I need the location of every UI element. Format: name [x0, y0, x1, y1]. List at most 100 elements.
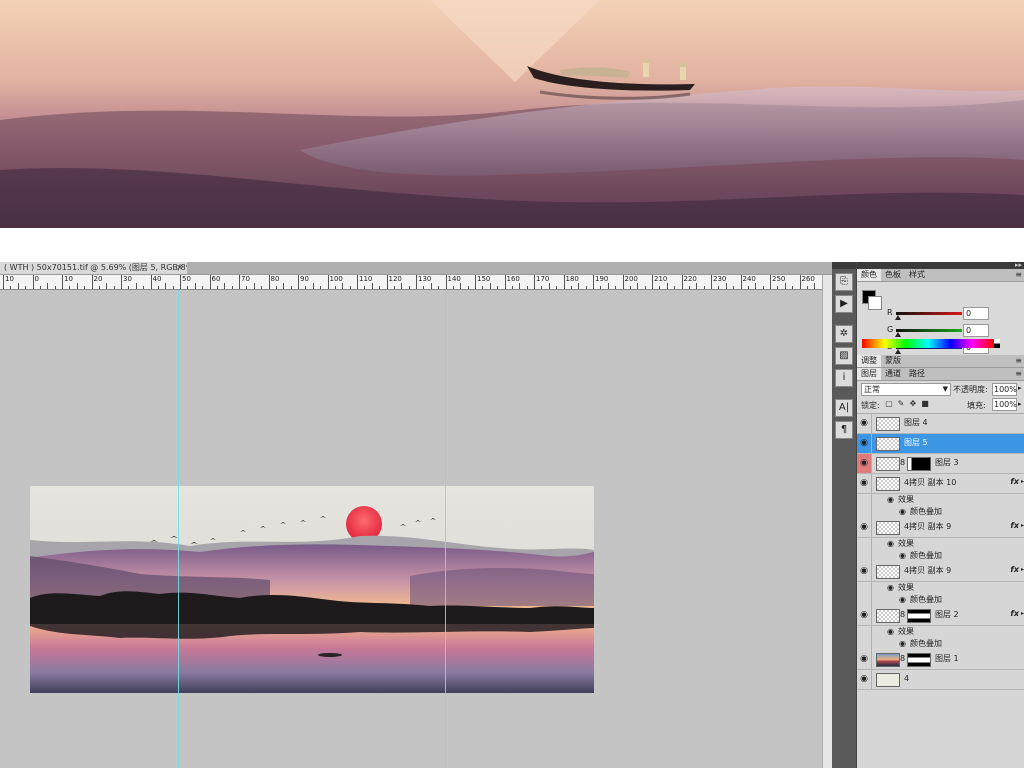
- histogram-icon[interactable]: ▨: [835, 347, 853, 365]
- effect-row[interactable]: ◉ 颜色叠加: [857, 594, 1024, 606]
- visibility-eye-icon[interactable]: ◉: [857, 518, 872, 537]
- ruler-label: 220: [683, 275, 697, 283]
- document-tab[interactable]: ( WTH ) 50x70151.tif @ 5.69% (图层 5, RGB/…: [0, 262, 193, 275]
- layer-row[interactable]: ◉ 8 图层 1: [857, 650, 1024, 670]
- canvas-artwork[interactable]: [30, 486, 594, 693]
- tab-adjustments[interactable]: 调整: [857, 355, 881, 367]
- layer-row[interactable]: ◉ 图层 4: [857, 414, 1024, 434]
- fx-icon[interactable]: fx: [1010, 609, 1019, 618]
- panels-collapse-bar[interactable]: ▸▸: [857, 262, 1024, 269]
- layer-row[interactable]: ◉ 4拷贝 副本 9 fx ▸: [857, 518, 1024, 538]
- effect-visibility-icon[interactable]: ◉: [887, 539, 894, 549]
- slider-handle[interactable]: [895, 315, 901, 320]
- lock-all-icon[interactable]: ■: [921, 400, 929, 408]
- effect-name: 颜色叠加: [910, 507, 942, 516]
- channel-value-field[interactable]: 0: [963, 324, 989, 337]
- ruler-major-tick: [652, 275, 653, 289]
- lock-transparent-icon[interactable]: ▢: [885, 400, 893, 408]
- ruler-minor-tick: [725, 283, 727, 289]
- guide-line-left[interactable]: [178, 290, 179, 768]
- panel-menu-icon[interactable]: ≡: [1015, 355, 1022, 367]
- tab-styles[interactable]: 样式: [905, 269, 929, 281]
- visibility-eye-icon[interactable]: ◉: [857, 562, 872, 581]
- info-icon[interactable]: i: [835, 369, 853, 387]
- black-white-swatch[interactable]: [994, 339, 1000, 348]
- horizontal-ruler[interactable]: 10 0 10 20 30 40 50 60 70 80 90 100 110 120 130 140 150 1…: [0, 275, 822, 290]
- visibility-eye-icon[interactable]: ◉: [857, 670, 872, 689]
- effect-visibility-icon[interactable]: ◉: [887, 495, 894, 505]
- ruler-major-tick: [534, 275, 535, 289]
- color-spectrum-bar[interactable]: [862, 339, 994, 348]
- ruler-minor-tick: [526, 286, 528, 289]
- opacity-field[interactable]: 100%: [992, 383, 1017, 396]
- close-icon[interactable]: ×: [176, 262, 184, 274]
- tab-layers[interactable]: 图层: [857, 368, 881, 380]
- layer-mask-thumbnail[interactable]: [907, 457, 931, 471]
- effect-visibility-icon[interactable]: ◉: [899, 595, 906, 605]
- slider-handle[interactable]: [895, 349, 901, 354]
- layer-row[interactable]: ◉ 8 图层 3: [857, 454, 1024, 474]
- background-color-swatch[interactable]: [868, 296, 882, 310]
- layer-mask-thumbnail[interactable]: [907, 609, 931, 623]
- link-icon[interactable]: 8: [900, 610, 905, 619]
- effect-visibility-icon[interactable]: ◉: [887, 627, 894, 637]
- effect-row[interactable]: ◉ 颜色叠加: [857, 550, 1024, 562]
- effects-row[interactable]: ◉ 效果: [857, 582, 1024, 594]
- ruler-minor-tick: [401, 283, 403, 289]
- effect-visibility-icon[interactable]: ◉: [899, 639, 906, 649]
- icon-strip-collapse-bar[interactable]: [832, 262, 856, 269]
- visibility-eye-icon[interactable]: ◉: [857, 434, 872, 453]
- tab-masks[interactable]: 蒙版: [881, 355, 905, 367]
- layer-row[interactable]: ◉ 图层 5: [857, 434, 1024, 454]
- fx-icon[interactable]: fx: [1010, 565, 1019, 574]
- fx-icon[interactable]: fx: [1010, 477, 1019, 486]
- channel-slider[interactable]: [896, 312, 962, 315]
- slider-handle[interactable]: [895, 332, 901, 337]
- effect-visibility-icon[interactable]: ◉: [887, 583, 894, 593]
- visibility-eye-icon[interactable]: ◉: [857, 454, 872, 473]
- effects-row[interactable]: ◉ 效果: [857, 538, 1024, 550]
- navigator-icon[interactable]: ✲: [835, 325, 853, 343]
- tab-paths[interactable]: 路径: [905, 368, 929, 380]
- layer-row[interactable]: ◉ 8 图层 2 fx ▸: [857, 606, 1024, 626]
- fx-icon[interactable]: fx: [1010, 521, 1019, 530]
- effect-row[interactable]: ◉ 颜色叠加: [857, 638, 1024, 650]
- character-icon[interactable]: A|: [835, 399, 853, 417]
- lock-move-icon[interactable]: ✥: [909, 400, 917, 408]
- canvas-area[interactable]: [0, 290, 822, 768]
- history-icon[interactable]: ⎘: [835, 273, 853, 291]
- actions-icon[interactable]: ▶: [835, 295, 853, 313]
- visibility-eye-icon[interactable]: ◉: [857, 414, 872, 433]
- layer-mask-thumbnail[interactable]: [907, 653, 931, 667]
- opacity-arrow-icon[interactable]: ▸: [1018, 384, 1022, 392]
- link-icon[interactable]: 8: [900, 654, 905, 663]
- tab-swatches[interactable]: 色板: [881, 269, 905, 281]
- effect-row[interactable]: ◉ 颜色叠加: [857, 506, 1024, 518]
- paragraph-icon[interactable]: ¶: [835, 421, 853, 439]
- layer-row[interactable]: ◉ 4拷贝 副本 9 fx ▸: [857, 562, 1024, 582]
- effects-row[interactable]: ◉ 效果: [857, 494, 1024, 506]
- panel-menu-icon[interactable]: ≡: [1015, 368, 1022, 380]
- blend-mode-select[interactable]: 正常 ▼: [861, 383, 951, 396]
- layer-row[interactable]: ◉ 4: [857, 670, 1024, 690]
- fill-arrow-icon[interactable]: ▸: [1018, 400, 1022, 408]
- ruler-major-tick: [711, 275, 712, 289]
- fill-field[interactable]: 100%: [992, 398, 1017, 411]
- lock-paint-icon[interactable]: ✎: [897, 400, 905, 408]
- channel-slider[interactable]: [896, 329, 962, 332]
- visibility-eye-icon[interactable]: ◉: [857, 650, 872, 669]
- effect-visibility-icon[interactable]: ◉: [899, 507, 906, 517]
- guide-line-right[interactable]: [445, 290, 446, 768]
- tab-channels[interactable]: 通道: [881, 368, 905, 380]
- channel-value-field[interactable]: 0: [963, 307, 989, 320]
- visibility-eye-icon[interactable]: ◉: [857, 474, 872, 493]
- ruler-label: 80: [270, 275, 280, 283]
- layer-row[interactable]: ◉ 4拷贝 副本 10 fx ▸: [857, 474, 1024, 494]
- effect-visibility-icon[interactable]: ◉: [899, 551, 906, 561]
- link-icon[interactable]: 8: [900, 458, 905, 467]
- tab-color[interactable]: 颜色: [857, 269, 881, 281]
- effects-row[interactable]: ◉ 效果: [857, 626, 1024, 638]
- panel-menu-icon[interactable]: ≡: [1015, 269, 1022, 281]
- boat-icon: [318, 653, 342, 657]
- visibility-eye-icon[interactable]: ◉: [857, 606, 872, 625]
